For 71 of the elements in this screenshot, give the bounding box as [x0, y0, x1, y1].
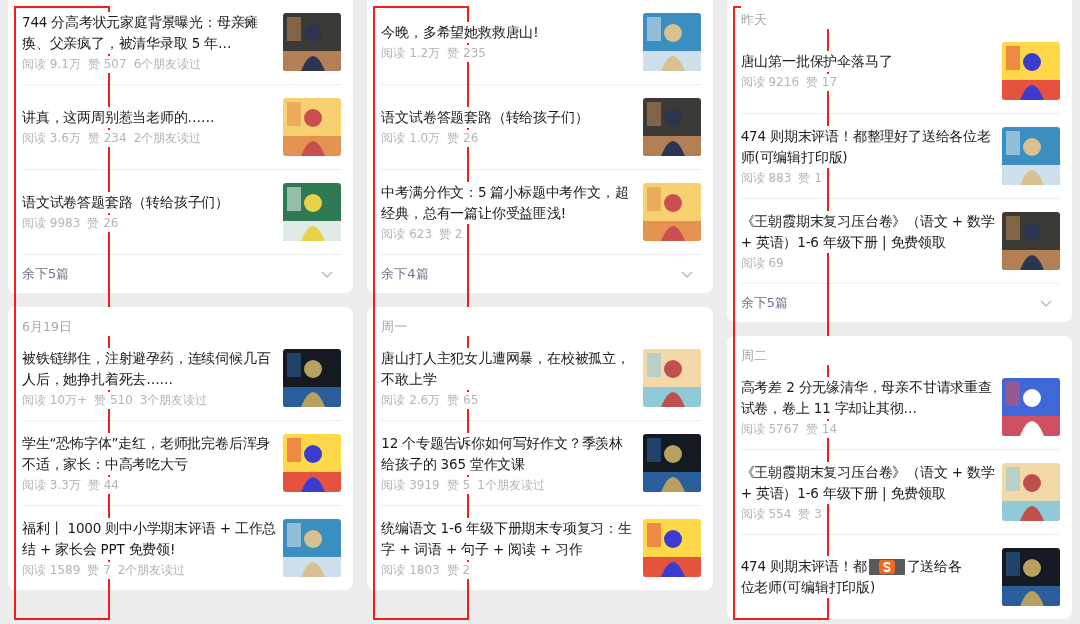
like-count: 赞 26: [447, 130, 479, 147]
input-method-toolbar[interactable]: [868, 558, 905, 575]
like-count: 赞 3: [798, 505, 822, 523]
article-item[interactable]: 12 个专题告诉你如何写好作文？季羡林给孩子的 365 堂作文课 阅读 3919 赞 5 1个朋友读过: [381, 420, 701, 505]
like-count: 赞 65: [447, 391, 479, 409]
article-item[interactable]: 中考满分作文：5 篇小标题中考作文，超经典，总有一篇让你受益匪浅! 阅读 623 赞 2: [381, 169, 701, 254]
read-count: 阅读 5767: [740, 420, 799, 438]
like-count: 赞 2: [439, 225, 463, 243]
like-count: 赞 234: [87, 130, 127, 147]
like-count: 赞 510: [94, 391, 133, 409]
read-count: 阅读 2.6万: [381, 391, 441, 409]
expand-more-row[interactable]: 余下4篇: [381, 254, 701, 293]
article-item[interactable]: 744 分高考状元家庭背景曝光：母亲瘫痪、父亲疯了，被清华录取 5 年… 阅读 9.1万 赞 507 6个朋友读过: [22, 0, 342, 84]
article-item[interactable]: 唐山打人主犯女儿遭网暴，在校被孤立，不敢上学 阅读 2.6万 赞 65: [381, 336, 701, 420]
like-count: 赞 1: [798, 169, 822, 187]
article-item[interactable]: 统编语文 1-6 年级下册期末专项复习：生字 + 词语 + 句子 + 阅读 + 习作 阅读 1803 赞 2: [381, 505, 701, 590]
read-count: 阅读 9983: [22, 215, 81, 232]
article-item[interactable]: 高考差 2 分无缘清华，母亲不甘请求重查试卷，卷上 11 字却让其彻… 阅读 5767 赞 14: [740, 365, 1060, 449]
friends-read: 1个朋友读过: [477, 476, 545, 494]
read-count: 阅读 3.3万: [22, 476, 81, 494]
friends-read: 2个朋友读过: [117, 561, 186, 579]
chevron-down-icon: [321, 270, 334, 278]
read-count: 阅读 9216: [740, 74, 799, 91]
read-count: 阅读 1.0万: [381, 130, 441, 147]
read-count: 阅读 1589: [22, 561, 81, 579]
like-count: 赞 26: [87, 215, 119, 232]
like-count: 赞 507: [87, 55, 127, 73]
like-count: 赞 14: [806, 420, 838, 438]
article-title: 《王朝霞期末复习压台卷》（语文 + 数学 + 英语）1-6 年级下册 | 免费领取: [740, 210, 996, 253]
like-count: 赞 17: [806, 74, 838, 91]
read-count: 阅读 883: [740, 169, 792, 187]
read-count: 阅读 10万+: [22, 391, 88, 409]
like-count: 赞 7: [87, 561, 111, 579]
article-title: 《王朝霞期末复习压台卷》（语文 + 数学 + 英语）1-6 年级下册 | 免费领取: [740, 461, 996, 504]
friends-read: 2个朋友读过: [133, 130, 202, 147]
chevron-down-icon: [1040, 299, 1052, 307]
chevron-down-icon: [680, 270, 693, 278]
article-item[interactable]: 今晚，多希望她救救唐山! 阅读 1.2万 赞 235: [381, 0, 701, 84]
article-item[interactable]: 《王朝霞期末复习压台卷》（语文 + 数学 + 英语）1-6 年级下册 | 免费领取 阅读 69: [740, 198, 1060, 283]
article-title: 福利丨 1000 则中小学期末评语 + 工作总结 + 家长会 PPT 免费领!: [22, 517, 278, 560]
read-count: 阅读 1.2万: [381, 45, 441, 62]
read-count: 阅读 3919: [381, 476, 440, 494]
article-title: 474 则期末评语！都: [740, 556, 867, 577]
friends-read: 3个朋友读过: [139, 391, 208, 409]
article-item[interactable]: 474 则期末评语！都 了送给各 位老师(可编辑打印版): [740, 534, 1060, 619]
article-item[interactable]: 被铁链绑住，注射避孕药，连续伺候几百人后，她挣扎着死去…… 阅读 10万+ 赞 510 3个朋友读过: [22, 336, 342, 420]
remaining-count: 余下5篇: [740, 294, 788, 312]
article-item[interactable]: 《王朝霞期末复习压台卷》（语文 + 数学 + 英语）1-6 年级下册 | 免费领取 阅读 554 赞 3: [740, 449, 1060, 534]
article-item[interactable]: 讲真，这两周别惹当老师的…… 阅读 3.6万 赞 234 2个朋友读过: [22, 84, 342, 169]
read-count: 阅读 9.1万: [22, 55, 81, 73]
remaining-count: 余下4篇: [381, 265, 429, 283]
expand-more-row[interactable]: 余下5篇: [740, 283, 1060, 322]
like-count: 赞 44: [87, 476, 119, 494]
article-item[interactable]: 学生“恐怖字体”走红，老师批完卷后浑身不适，家长：中高考吃大亏 阅读 3.3万 赞 44: [22, 420, 342, 505]
like-count: 赞 2: [446, 561, 471, 579]
read-count: 阅读 554: [740, 505, 792, 523]
read-count: 阅读 69: [740, 254, 784, 272]
read-count: 阅读 3.6万: [22, 130, 81, 147]
article-item[interactable]: 福利丨 1000 则中小学期末评语 + 工作总结 + 家长会 PPT 免费领! 阅读 1589 赞 7 2个朋友读过: [22, 505, 342, 590]
article-item[interactable]: 语文试卷答题套路（转给孩子们） 阅读 1.0万 赞 26: [381, 84, 701, 169]
article-item[interactable]: 474 则期末评语！都整理好了送给各位老师(可编辑打印版) 阅读 883 赞 1: [740, 113, 1060, 198]
article-item[interactable]: 语文试卷答题套路（转给孩子们） 阅读 9983 赞 26: [22, 169, 342, 254]
read-count: 阅读 1803: [381, 561, 440, 579]
like-count: 赞 235: [447, 45, 486, 62]
read-count: 阅读 623: [381, 225, 433, 243]
remaining-count: 余下5篇: [22, 265, 70, 283]
friends-read: 6个朋友读过: [133, 55, 202, 73]
article-item[interactable]: 唐山第一批保护伞落马了 阅读 9216 赞 17: [740, 29, 1060, 113]
like-count: 赞 5: [446, 476, 471, 494]
input-method-icon: [878, 559, 895, 574]
expand-more-row[interactable]: 余下5篇: [22, 254, 342, 293]
